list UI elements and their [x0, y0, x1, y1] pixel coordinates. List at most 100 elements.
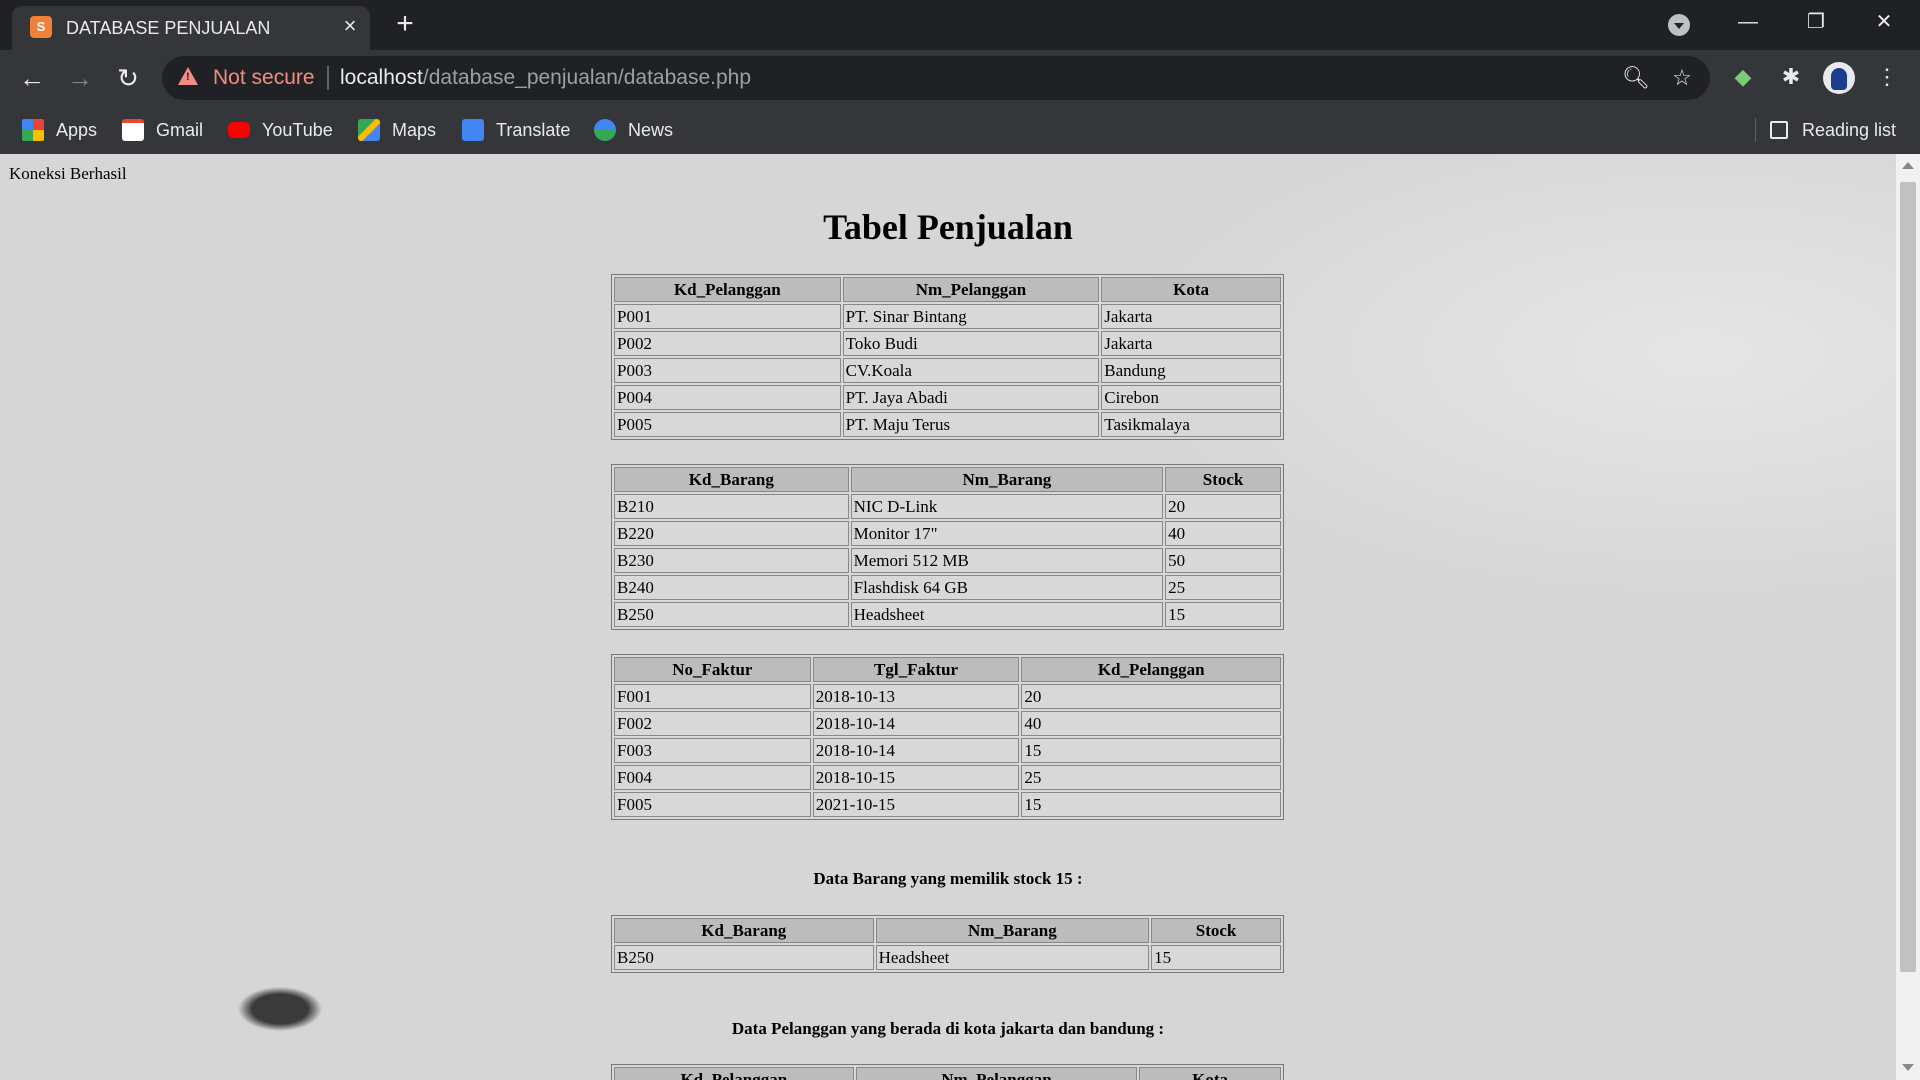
security-label[interactable]: Not secure — [213, 66, 315, 90]
table-cell: 25 — [1021, 765, 1281, 790]
table-cell: P003 — [614, 358, 841, 383]
column-header: No_Faktur — [614, 657, 811, 682]
table-cell: 25 — [1165, 575, 1281, 600]
column-header: Nm_Pelanggan — [842, 277, 1100, 302]
scroll-up-icon[interactable] — [1902, 162, 1914, 169]
table-cell: 50 — [1165, 548, 1281, 573]
minimize-icon[interactable]: — — [1728, 6, 1768, 38]
table-cell: PT. Sinar Bintang — [842, 304, 1100, 329]
reading-list-button[interactable]: Reading list — [1770, 106, 1896, 154]
extensions-puzzle-icon[interactable]: ✱ — [1776, 62, 1806, 92]
table-cell: 2018-10-13 — [812, 684, 1020, 709]
table-row: B210 NIC D-Link 20 — [614, 494, 1281, 519]
table-cell: CV.Koala — [842, 358, 1100, 383]
table-cell: B220 — [614, 521, 849, 546]
bookmark-star-icon[interactable]: ☆ — [1670, 66, 1694, 90]
table-cell: Bandung — [1101, 358, 1281, 383]
table-cell: Flashdisk 64 GB — [850, 575, 1164, 600]
profile-avatar[interactable] — [1823, 62, 1855, 94]
table-cell: 2018-10-15 — [812, 765, 1020, 790]
table-row: B220 Monitor 17" 40 — [614, 521, 1281, 546]
table-cell: B210 — [614, 494, 849, 519]
table-cell: F002 — [614, 711, 811, 736]
table-row: F001 2018-10-13 20 — [614, 684, 1281, 709]
tab-strip: S DATABASE PENJUALAN × + — ❐ ✕ — [0, 0, 1920, 50]
table-cell: Headsheet — [875, 945, 1150, 970]
column-header: Kd_Barang — [614, 467, 849, 492]
gmail-icon — [122, 119, 144, 141]
tab-close-icon[interactable]: × — [338, 14, 362, 38]
page-title: Tabel Penjualan — [823, 207, 1073, 247]
bookmark-label: Translate — [496, 119, 571, 140]
extension-icon[interactable]: ◆ — [1728, 62, 1758, 92]
reload-icon[interactable]: ↻ — [112, 62, 144, 94]
table-cell: F004 — [614, 765, 811, 790]
back-icon[interactable]: ← — [16, 62, 48, 94]
table-row: F003 2018-10-14 15 — [614, 738, 1281, 763]
translate-icon — [462, 119, 484, 141]
bookmark-gmail[interactable]: Gmail — [122, 106, 203, 154]
column-header: Kota — [1139, 1067, 1281, 1080]
table-row: P003 CV.Koala Bandung — [614, 358, 1281, 383]
column-header: Stock — [1165, 467, 1281, 492]
close-window-icon[interactable]: ✕ — [1864, 6, 1904, 38]
column-header: Nm_Barang — [875, 918, 1150, 943]
bookmark-translate[interactable]: Translate — [462, 106, 570, 154]
table-cell: B250 — [614, 945, 874, 970]
vertical-scrollbar[interactable] — [1896, 154, 1920, 1080]
bookmark-youtube[interactable]: YouTube — [228, 106, 333, 154]
bookmark-label: Apps — [56, 119, 98, 140]
column-header: Tgl_Faktur — [812, 657, 1020, 682]
column-header: Stock — [1151, 918, 1281, 943]
scroll-down-icon[interactable] — [1902, 1064, 1914, 1071]
zoom-icon[interactable]: 🔍︎ — [1622, 66, 1650, 90]
menu-kebab-icon[interactable]: ⋮ — [1872, 62, 1902, 92]
table-cell: 40 — [1165, 521, 1281, 546]
table-cell: 15 — [1021, 738, 1281, 763]
table-row: P001 PT. Sinar Bintang Jakarta — [614, 304, 1281, 329]
table-cell: Memori 512 MB — [850, 548, 1164, 573]
bookmark-apps[interactable]: Apps — [22, 106, 97, 154]
table-cell: PT. Maju Terus — [842, 412, 1100, 437]
bookmark-label: Maps — [392, 119, 437, 140]
tab-search-icon[interactable] — [1668, 14, 1690, 36]
table-cell: B250 — [614, 602, 849, 627]
table-cell: Monitor 17" — [850, 521, 1164, 546]
column-header: Kd_Pelanggan — [1021, 657, 1281, 682]
browser-tab[interactable]: S DATABASE PENJUALAN × — [12, 6, 370, 50]
browser-toolbar: ← → ↻ Not secure localhost/database_penj… — [0, 50, 1920, 106]
column-header: Kd_Pelanggan — [614, 1067, 854, 1080]
address-separator — [327, 66, 329, 90]
table-cell: P004 — [614, 385, 841, 410]
table-cell: Jakarta — [1101, 331, 1281, 356]
table-row: P005 PT. Maju Terus Tasikmalaya — [614, 412, 1281, 437]
bookmark-news[interactable]: News — [594, 106, 673, 154]
table-row: B250 Headsheet 15 — [614, 602, 1281, 627]
kota-caption: Data Pelanggan yang berada di kota jakar… — [731, 1019, 1165, 1038]
table-row: F005 2021-10-15 15 — [614, 792, 1281, 817]
apps-grid-icon — [22, 119, 44, 141]
bookmark-divider — [1755, 118, 1756, 142]
reading-list-icon — [1770, 121, 1788, 139]
bookmark-label: Gmail — [156, 119, 204, 140]
table-cell: P001 — [614, 304, 841, 329]
pelanggan-table: Kd_Pelanggan Nm_Pelanggan Kota P001 PT. S… — [611, 274, 1284, 440]
youtube-icon — [228, 122, 250, 138]
address-bar[interactable]: Not secure localhost/database_penjualan/… — [162, 56, 1710, 100]
column-header: Kd_Barang — [614, 918, 874, 943]
table-cell: F001 — [614, 684, 811, 709]
faktur-table: No_Faktur Tgl_Faktur Kd_Pelanggan F001 20… — [611, 654, 1284, 820]
barang-table: Kd_Barang Nm_Barang Stock B210 NIC D-Link… — [611, 464, 1284, 630]
xampp-favicon-icon: S — [30, 16, 52, 38]
table-cell: 15 — [1151, 945, 1281, 970]
scroll-thumb[interactable] — [1900, 182, 1916, 972]
column-header: Nm_Barang — [850, 467, 1164, 492]
table-cell: 20 — [1021, 684, 1281, 709]
bookmark-maps[interactable]: Maps — [358, 106, 436, 154]
table-cell: Jakarta — [1101, 304, 1281, 329]
table-row: F002 2018-10-14 40 — [614, 711, 1281, 736]
url-text[interactable]: localhost/database_penjualan/database.ph… — [340, 66, 751, 90]
new-tab-icon[interactable]: + — [392, 9, 418, 39]
restore-icon[interactable]: ❐ — [1796, 6, 1836, 38]
forward-icon[interactable]: → — [64, 62, 96, 94]
